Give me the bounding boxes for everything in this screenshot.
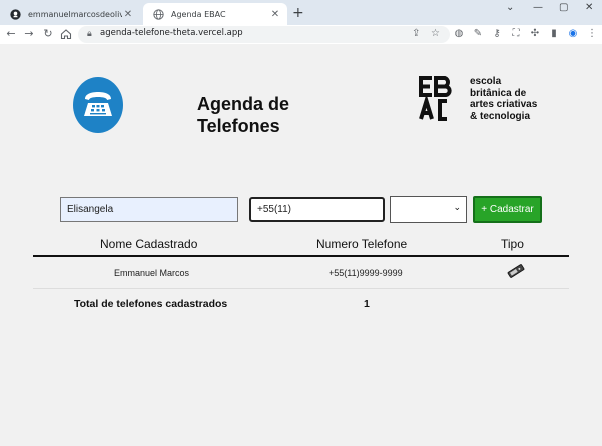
screenshot-extension-icon[interactable]: ⛶ bbox=[510, 28, 522, 39]
phone-input[interactable] bbox=[249, 197, 385, 222]
mobile-phone-icon bbox=[507, 264, 525, 278]
eyedropper-extension-icon[interactable]: ✎ bbox=[472, 28, 484, 39]
share-icon[interactable]: ⇪ bbox=[412, 28, 420, 39]
url-text[interactable]: agenda-telefone-theta.vercel.app bbox=[100, 28, 243, 38]
close-window-icon[interactable]: ✕ bbox=[585, 2, 593, 13]
home-icon[interactable] bbox=[60, 28, 72, 40]
row-phone: +55(11)9999-9999 bbox=[329, 268, 403, 278]
page-content: Agenda de Telefones escola britânica de … bbox=[0, 44, 602, 446]
tab-title: emmanuelmarcosdeoliveira/agen bbox=[28, 9, 122, 19]
puzzle-extensions-icon[interactable]: ✣ bbox=[529, 28, 541, 39]
row-name: Emmanuel Marcos bbox=[114, 268, 190, 278]
forward-icon[interactable]: → bbox=[23, 28, 35, 40]
menu-kebab-icon[interactable]: ⋮ bbox=[586, 28, 598, 39]
side-panel-icon[interactable]: ▮ bbox=[548, 28, 560, 39]
new-tab-icon[interactable]: + bbox=[292, 6, 304, 20]
column-header-type: Tipo bbox=[501, 237, 524, 251]
title-line-1: Agenda de bbox=[197, 94, 290, 114]
row-divider bbox=[33, 288, 569, 289]
lock-icon[interactable]: 🔒︎ bbox=[87, 29, 92, 39]
column-header-name: Nome Cadastrado bbox=[100, 237, 198, 251]
key-extension-icon[interactable]: ⚷ bbox=[491, 28, 503, 39]
name-input[interactable] bbox=[60, 197, 238, 222]
browser-toolbar: ← → ↻ 🔒︎ agenda-telefone-theta.vercel.ap… bbox=[0, 25, 602, 44]
close-icon[interactable]: ✕ bbox=[269, 9, 281, 20]
telephone-icon bbox=[84, 92, 112, 116]
total-count: 1 bbox=[364, 298, 370, 310]
globe-icon bbox=[153, 8, 164, 20]
github-icon bbox=[10, 8, 21, 20]
total-label: Total de telefones cadastrados bbox=[74, 298, 228, 310]
shield-extension-icon[interactable]: ◍ bbox=[453, 28, 465, 39]
chevron-down-icon: ⌄ bbox=[453, 203, 461, 213]
cadastrar-button[interactable]: + Cadastrar bbox=[473, 196, 542, 223]
header-divider bbox=[33, 255, 569, 257]
star-icon[interactable]: ☆ bbox=[431, 28, 440, 39]
address-bar[interactable]: 🔒︎ agenda-telefone-theta.vercel.app ⇪ ☆ bbox=[78, 26, 450, 43]
telephone-logo bbox=[73, 77, 123, 133]
browser-title-bar: emmanuelmarcosdeoliveira/agen ✕ Agenda E… bbox=[0, 0, 602, 25]
close-icon[interactable]: ✕ bbox=[122, 9, 134, 20]
column-header-phone: Numero Telefone bbox=[316, 237, 408, 251]
back-icon[interactable]: ← bbox=[5, 28, 17, 40]
maximize-icon[interactable]: ▢ bbox=[559, 2, 568, 13]
tab-github[interactable]: emmanuelmarcosdeoliveira/agen ✕ bbox=[0, 3, 140, 25]
reload-icon[interactable]: ↻ bbox=[42, 28, 54, 40]
tab-agenda-ebac[interactable]: Agenda EBAC ✕ bbox=[143, 3, 287, 25]
ebac-brand-name: escola britânica de artes criativas & te… bbox=[470, 76, 538, 122]
ebac-logo-mark bbox=[419, 76, 452, 121]
page-title: Agenda de Telefones bbox=[197, 93, 289, 137]
minimize-icon[interactable]: — bbox=[533, 2, 543, 13]
chevron-down-icon[interactable]: ⌄ bbox=[506, 2, 514, 13]
title-line-2: Telefones bbox=[197, 116, 280, 136]
phone-type-select[interactable]: ⌄ bbox=[390, 196, 467, 223]
profile-avatar-icon[interactable]: ◉ bbox=[567, 28, 579, 39]
tab-title: Agenda EBAC bbox=[171, 9, 226, 19]
